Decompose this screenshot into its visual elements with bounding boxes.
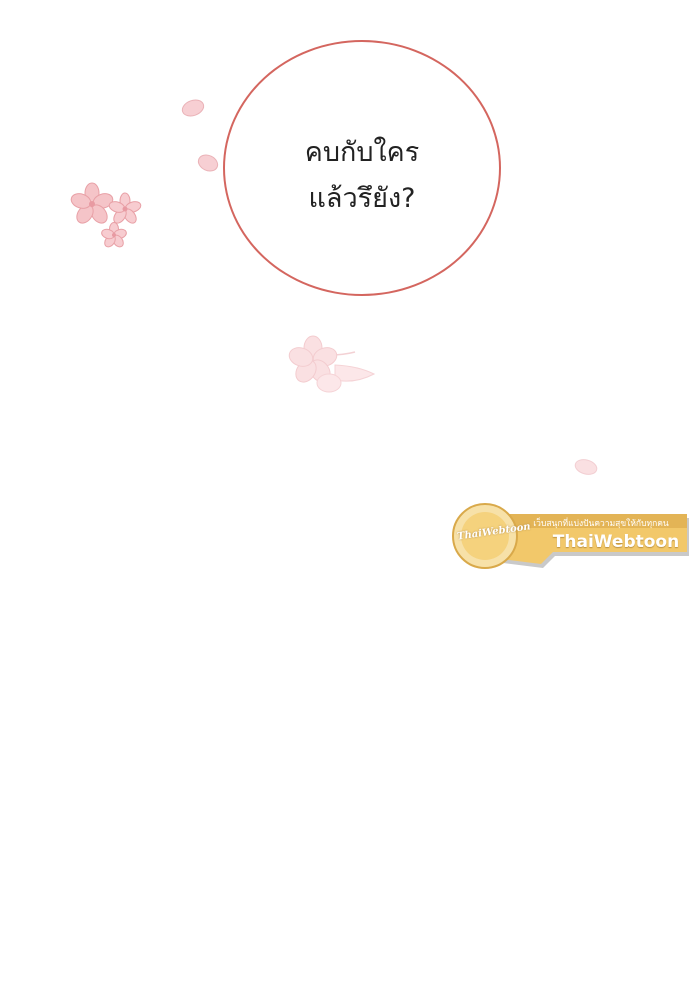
petal-icon <box>197 154 219 172</box>
speech-bubble: คบกับใคร แล้วรึยัง? <box>223 40 501 296</box>
speech-text: คบกับใคร แล้วรึยัง? <box>225 130 499 222</box>
petal-icon <box>574 459 598 475</box>
watermark-brand: ThaiWebtoon <box>552 532 680 552</box>
speech-line-2: แล้วรึยัง? <box>308 183 416 214</box>
comic-panel: คบกับใคร แล้วรึยัง? ThaiWebtoon เว็บสนุก… <box>0 0 690 1000</box>
petal-icon <box>181 99 205 117</box>
speech-line-1: คบกับใคร <box>304 137 420 168</box>
blossom-branch-icon <box>288 335 376 393</box>
cherry-blossom-cluster-icon <box>70 182 142 248</box>
thaiwebtoon-watermark: ThaiWebtoon เว็บสนุกที่แบ่งปันความสุขให้… <box>445 502 690 570</box>
watermark-tagline: เว็บสนุกที่แบ่งปันความสุขให้กับทุกคน <box>533 519 669 529</box>
